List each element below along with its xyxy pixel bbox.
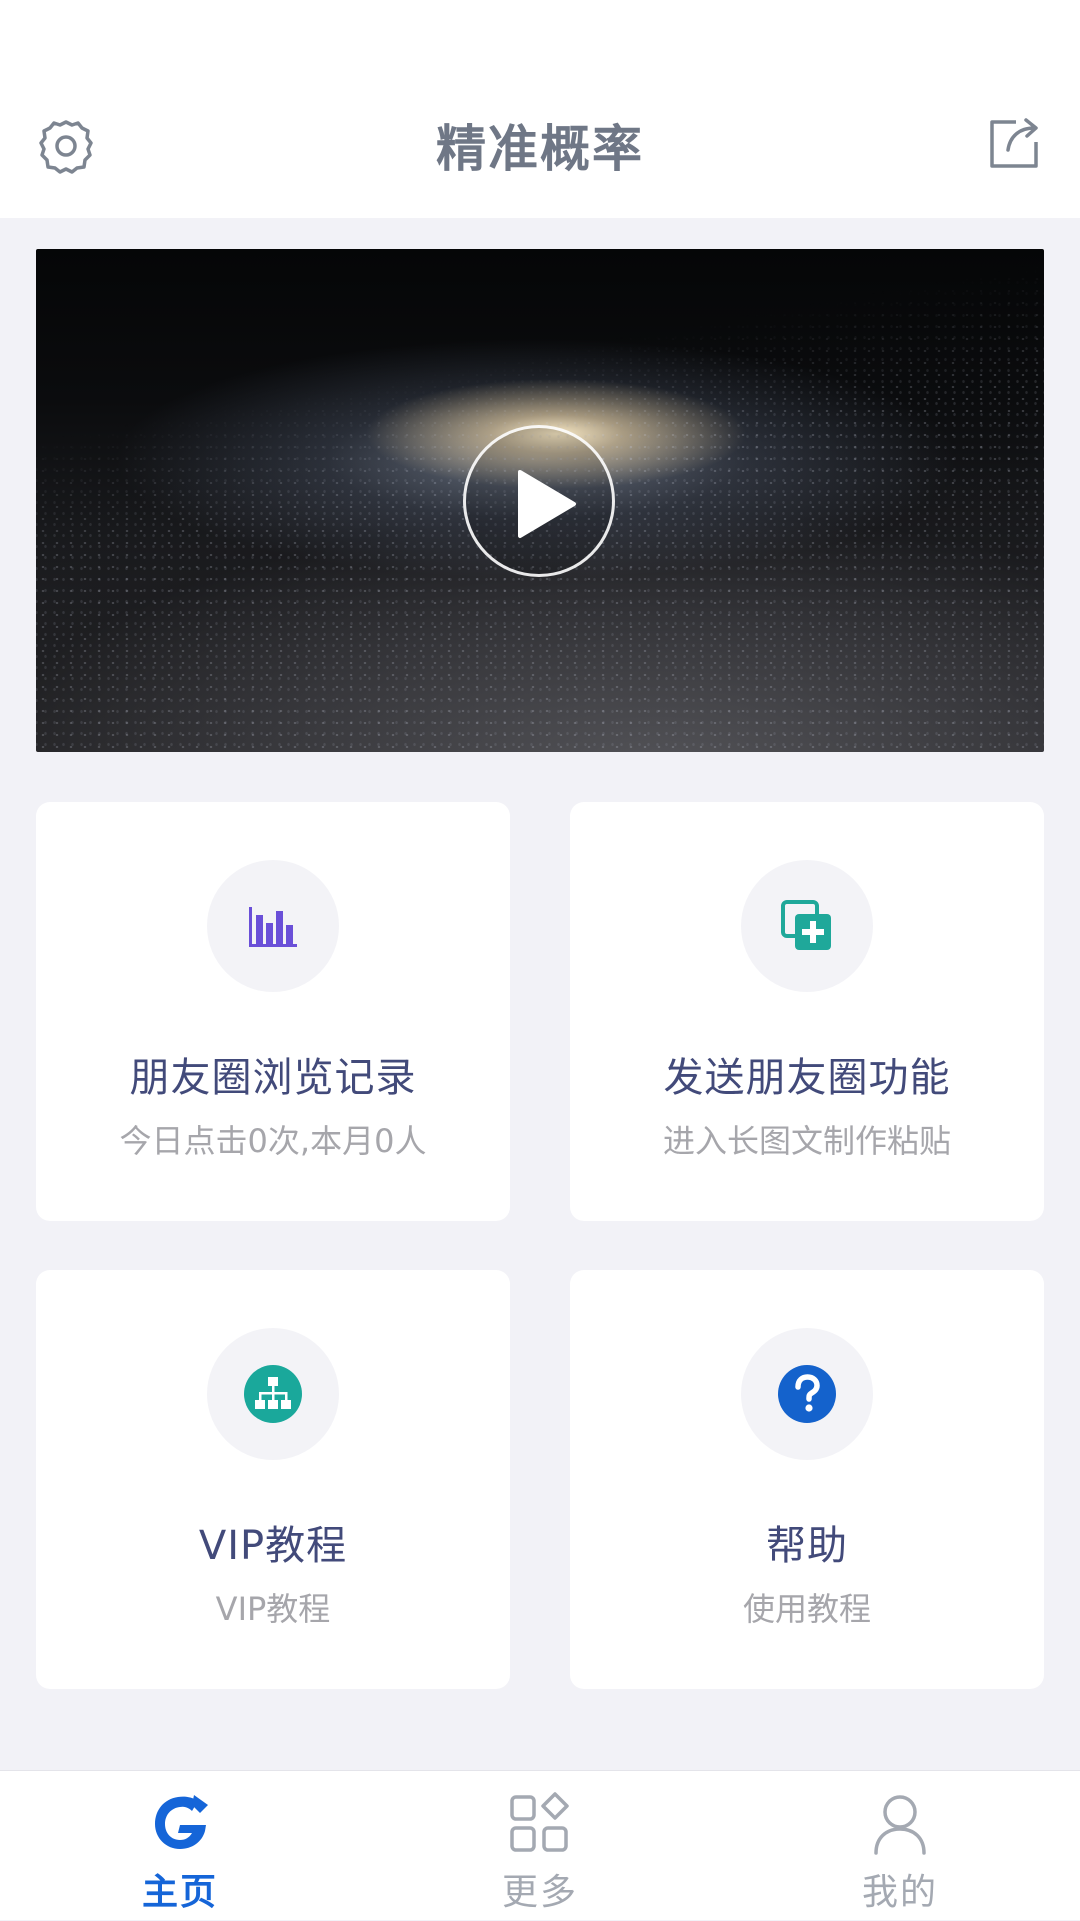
video-player[interactable]	[36, 249, 1044, 752]
card-title: 朋友圈浏览记录	[129, 1055, 417, 1101]
card-subtitle: VIP教程	[215, 1590, 331, 1628]
card-help[interactable]: 帮助 使用教程	[570, 1270, 1044, 1689]
tab-label: 我的	[861, 1872, 938, 1913]
bottom-tab-bar: 主页 更多 我的	[0, 1770, 1080, 1920]
icon-badge	[741, 1328, 873, 1460]
user-icon	[868, 1791, 932, 1855]
icon-badge	[741, 860, 873, 992]
tab-more[interactable]: 更多	[440, 1771, 640, 1921]
home-logo-icon	[148, 1791, 212, 1855]
grid-icon	[508, 1791, 572, 1855]
icon-badge	[207, 1328, 339, 1460]
icon-badge	[207, 860, 339, 992]
play-icon	[518, 470, 576, 538]
card-title: 帮助	[766, 1523, 848, 1569]
bar-chart-icon	[249, 907, 297, 947]
page-title: 精准概率	[436, 120, 644, 178]
card-vip-tutorial[interactable]: VIP教程 VIP教程	[36, 1270, 510, 1689]
card-send-moments[interactable]: 发送朋友圈功能 进入长图文制作粘贴	[570, 802, 1044, 1221]
card-subtitle: 使用教程	[742, 1590, 871, 1628]
org-chart-icon	[244, 1365, 302, 1423]
gear-icon[interactable]	[36, 116, 96, 176]
question-icon	[778, 1365, 836, 1423]
play-button[interactable]	[463, 425, 615, 577]
card-moments-history[interactable]: 朋友圈浏览记录 今日点击0次,本月0人	[36, 802, 510, 1221]
share-icon[interactable]	[986, 116, 1042, 172]
top-bar: 精准概率	[0, 72, 1080, 218]
tab-label: 更多	[501, 1872, 578, 1913]
card-title: 发送朋友圈功能	[663, 1055, 951, 1101]
tab-home[interactable]: 主页	[80, 1771, 280, 1921]
tab-me[interactable]: 我的	[800, 1771, 1000, 1921]
card-subtitle: 今日点击0次,本月0人	[119, 1122, 427, 1160]
status-bar	[0, 0, 1080, 72]
tab-label: 主页	[141, 1872, 218, 1913]
card-subtitle: 进入长图文制作粘贴	[662, 1122, 951, 1160]
copy-add-icon	[781, 900, 831, 950]
card-title: VIP教程	[198, 1523, 348, 1569]
